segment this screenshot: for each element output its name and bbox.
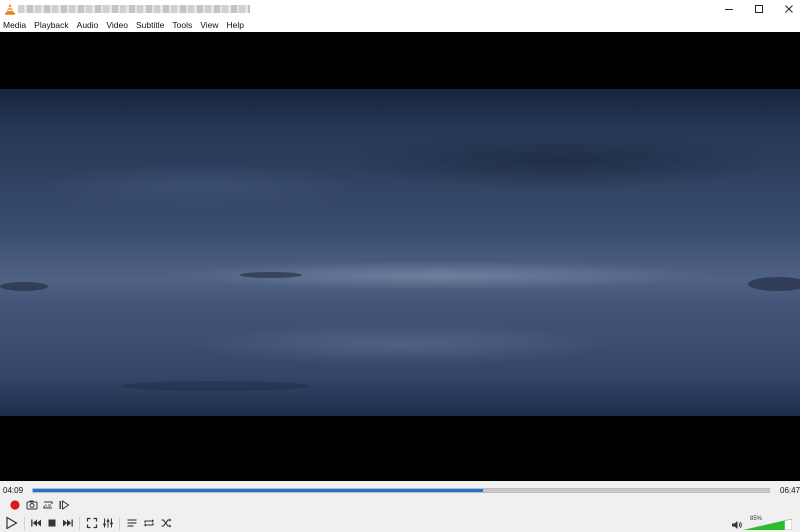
seek-slider[interactable] [32, 488, 770, 493]
vlc-cone-icon [5, 3, 15, 15]
close-icon [785, 5, 793, 13]
redacted-title [18, 5, 250, 13]
loop-ab-button[interactable]: A B [41, 498, 55, 512]
cloud-streak [240, 272, 302, 278]
previous-button[interactable] [29, 516, 43, 530]
loop-icon [144, 519, 154, 527]
shuffle-button[interactable] [159, 516, 173, 530]
cloud-streak [0, 282, 48, 291]
loop-ab-icon: A B [43, 501, 53, 509]
menu-subtitle[interactable]: Subtitle [132, 18, 168, 32]
menu-playback[interactable]: Playback [30, 18, 73, 32]
shuffle-icon [161, 518, 172, 528]
svg-text:A: A [44, 503, 47, 508]
extended-settings-icon [103, 518, 113, 528]
menu-bar: Media Playback Audio Video Subtitle Tool… [0, 18, 800, 32]
fullscreen-button[interactable] [85, 516, 99, 530]
minimize-button[interactable] [714, 0, 744, 18]
maximize-button[interactable] [744, 0, 774, 18]
total-time[interactable]: 06:47 [780, 486, 800, 496]
control-panel: 04:09 06:47 A B 85% [0, 481, 800, 532]
video-frame [0, 89, 800, 416]
menu-tools[interactable]: Tools [168, 18, 196, 32]
record-icon [10, 500, 20, 510]
frame-by-frame-button[interactable] [57, 498, 71, 512]
play-button[interactable] [2, 514, 20, 532]
menu-help[interactable]: Help [222, 18, 247, 32]
elapsed-time: 04:09 [3, 486, 24, 495]
cloud-streak [748, 277, 800, 291]
stop-icon [48, 519, 56, 527]
vlc-window: Media Playback Audio Video Subtitle Tool… [0, 0, 800, 532]
separator [24, 517, 25, 531]
close-button[interactable] [774, 0, 800, 18]
playlist-button[interactable] [125, 516, 139, 530]
menu-view[interactable]: View [196, 18, 222, 32]
seek-progress [33, 489, 484, 492]
next-button[interactable] [61, 516, 75, 530]
menu-audio[interactable]: Audio [73, 18, 103, 32]
svg-text:B: B [48, 503, 51, 508]
menu-media[interactable]: Media [0, 18, 30, 32]
record-button[interactable] [8, 498, 22, 512]
loop-button[interactable] [142, 516, 156, 530]
minimize-icon [725, 9, 733, 10]
speaker-icon[interactable] [731, 519, 743, 531]
next-icon [63, 519, 73, 527]
video-display[interactable] [0, 32, 800, 481]
previous-icon [31, 519, 41, 527]
frame-by-frame-icon [59, 500, 70, 510]
extended-settings-button[interactable] [101, 516, 115, 530]
play-icon [6, 516, 18, 530]
separator [79, 517, 80, 531]
fullscreen-icon [86, 517, 98, 529]
volume-percent: 85% [750, 516, 763, 522]
title-bar [0, 0, 800, 18]
playlist-icon [127, 519, 137, 527]
stop-button[interactable] [45, 516, 59, 530]
separator [119, 517, 120, 531]
cloud-streak [120, 381, 310, 391]
snapshot-button[interactable] [25, 498, 39, 512]
maximize-icon [755, 5, 763, 13]
menu-video[interactable]: Video [102, 18, 132, 32]
snapshot-icon [26, 500, 38, 510]
